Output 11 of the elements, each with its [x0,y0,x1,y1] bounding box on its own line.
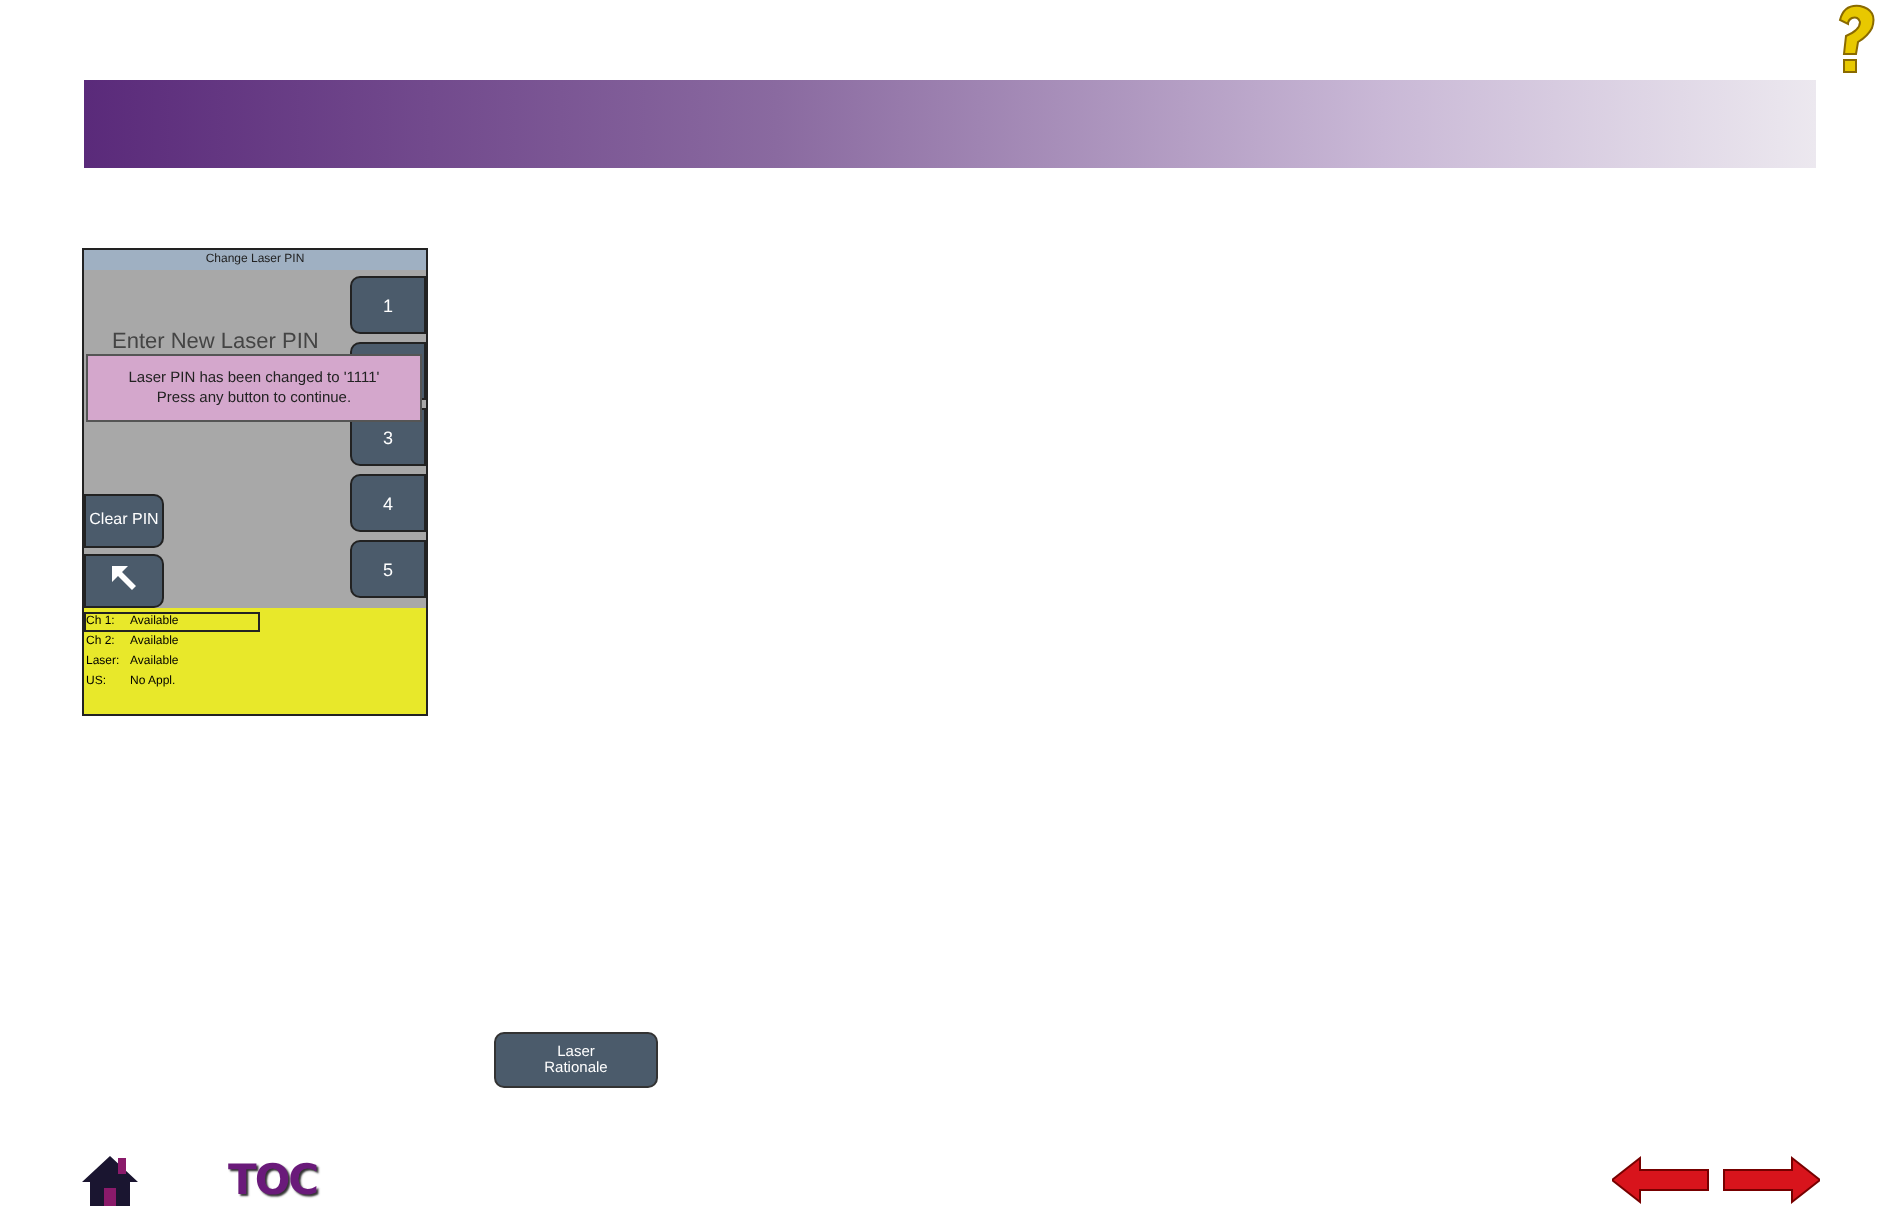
arrow-icon [108,562,140,595]
previous-arrow-icon[interactable] [1612,1154,1712,1206]
keypad-button[interactable]: 4 [350,474,426,532]
home-icon[interactable] [80,1152,140,1208]
keypad-button[interactable]: 1 [350,276,426,334]
pin-prompt: Enter New Laser PIN [112,330,321,354]
clear-pin-button[interactable]: Clear PIN [84,494,164,548]
toc-link[interactable]: TOC [228,1156,318,1204]
next-arrow-icon[interactable] [1720,1154,1820,1206]
back-button[interactable] [84,554,164,608]
keypad-button[interactable]: 5 [350,540,426,598]
